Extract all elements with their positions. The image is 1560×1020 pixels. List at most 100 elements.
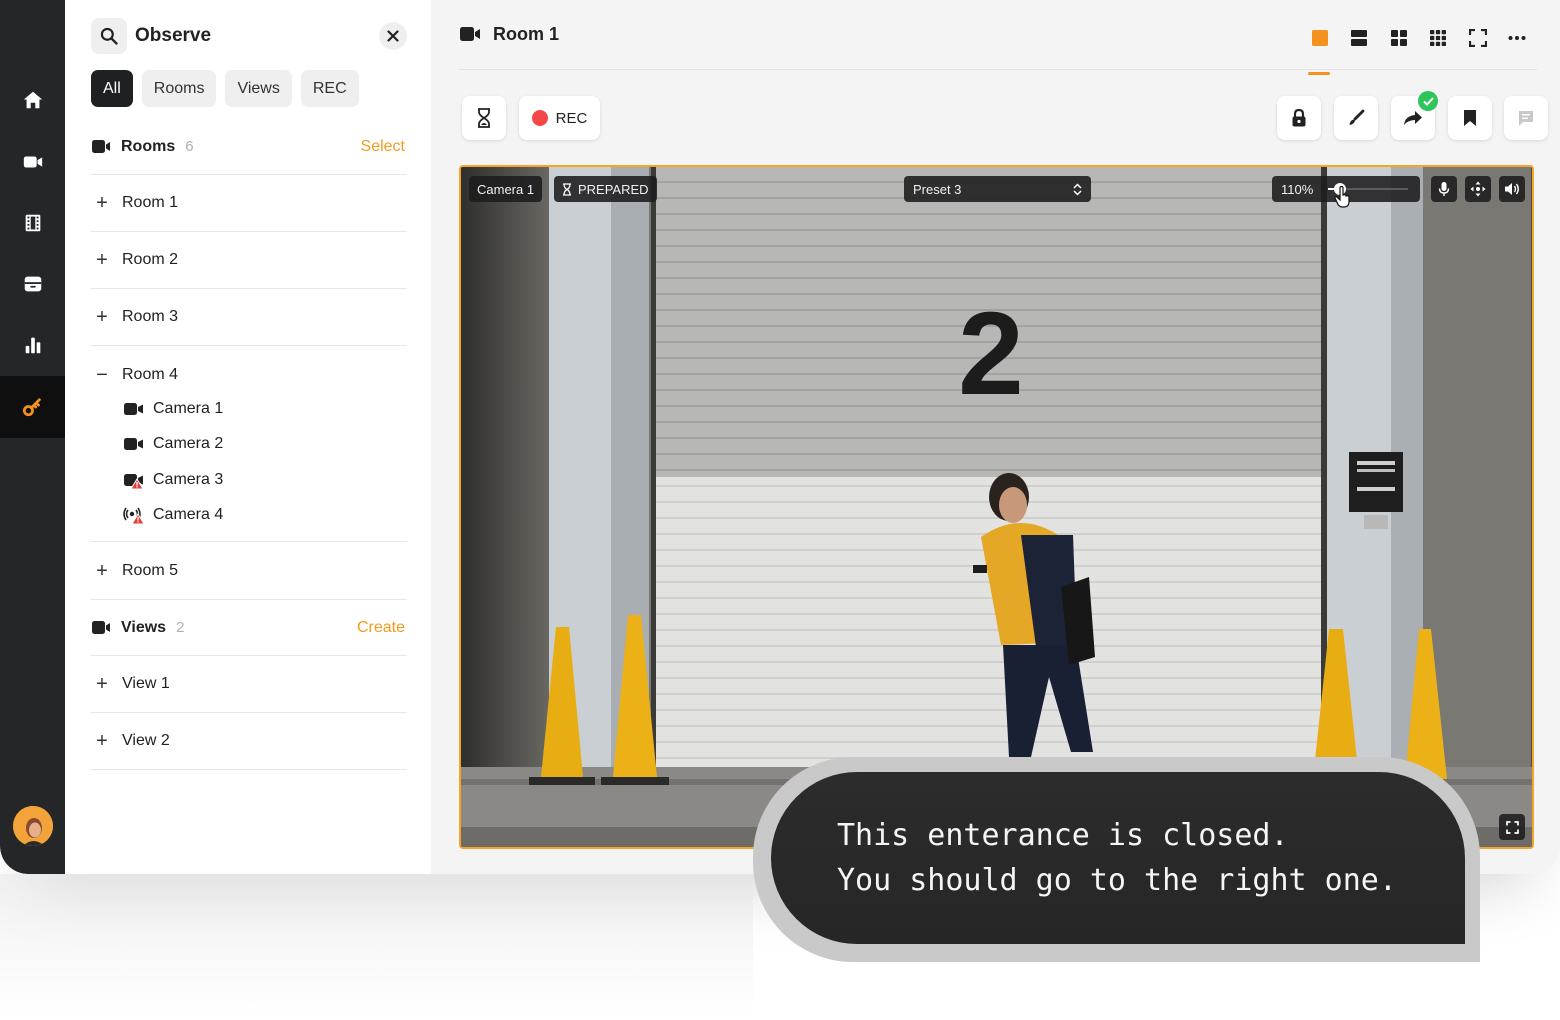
expand-icon[interactable]: + xyxy=(91,193,113,213)
rec-indicator-icon xyxy=(531,110,548,126)
search-button[interactable] xyxy=(91,18,127,54)
key-icon xyxy=(22,398,41,417)
close-icon xyxy=(387,30,399,42)
room-header: Room 1 xyxy=(459,18,1538,75)
zoom-slider[interactable] xyxy=(1328,182,1408,208)
nav-recordings[interactable] xyxy=(0,192,65,254)
rec-button[interactable]: REC xyxy=(519,96,600,140)
signal-warning-icon xyxy=(123,507,145,524)
zoom-control[interactable]: 110% xyxy=(1272,176,1420,208)
video-camera-icon xyxy=(23,156,42,168)
zoom-value: 110% xyxy=(1281,181,1314,197)
room-label: Room 1 xyxy=(122,194,179,211)
collapse-icon[interactable]: − xyxy=(91,365,113,385)
view-row-2[interactable]: + View 2 xyxy=(91,713,407,770)
camera-row-1[interactable]: Camera 1 xyxy=(123,391,223,426)
more-options-button[interactable] xyxy=(1498,24,1538,52)
camera-row-2[interactable]: Camera 2 xyxy=(123,426,223,461)
rec-label: REC xyxy=(555,109,588,127)
expand-icon[interactable]: + xyxy=(91,561,113,581)
layout-single-button[interactable] xyxy=(1300,24,1340,75)
rooms-section-header: Rooms 6 Select xyxy=(91,119,407,175)
video-feed[interactable]: 2 Camera 1 PREPARED Preset 3 110% xyxy=(459,165,1534,849)
timer-button[interactable] xyxy=(462,96,506,140)
panel-title: Observe xyxy=(135,25,212,46)
rows-layout-icon xyxy=(1351,30,1368,46)
camera-image: 2 xyxy=(461,167,1532,847)
comment-icon xyxy=(1519,111,1533,126)
room-label: Room 3 xyxy=(122,308,179,325)
video-camera-icon xyxy=(124,402,143,415)
video-camera-icon xyxy=(92,620,110,634)
user-avatar[interactable] xyxy=(13,806,53,846)
room-label: Room 4 xyxy=(122,365,179,383)
close-panel-button[interactable] xyxy=(379,22,407,50)
views-create-link[interactable]: Create xyxy=(357,619,405,637)
storage-icon xyxy=(24,276,41,292)
expand-icon[interactable]: + xyxy=(91,731,113,751)
room-row-5[interactable]: + Room 5 xyxy=(91,543,407,600)
room-title: Room 1 xyxy=(459,24,559,45)
chevron-updown-icon xyxy=(1073,182,1082,196)
camera-row-4[interactable]: Camera 4 xyxy=(123,497,223,532)
filter-views[interactable]: Views xyxy=(225,70,292,107)
fullscreen-button[interactable] xyxy=(1458,24,1498,52)
layout-two-rows-button[interactable] xyxy=(1340,24,1380,52)
nav-cameras[interactable] xyxy=(0,131,65,193)
nav-storage[interactable] xyxy=(0,253,65,315)
fullscreen-icon xyxy=(1468,29,1487,47)
share-icon xyxy=(1404,111,1422,125)
view-row-1[interactable]: + View 1 xyxy=(91,656,407,713)
home-icon xyxy=(23,91,42,109)
more-icon xyxy=(1508,36,1526,40)
rooms-select-link[interactable]: Select xyxy=(361,138,405,156)
camera-label: Camera 1 xyxy=(153,399,224,417)
hand-cursor-icon xyxy=(1334,186,1350,208)
views-section-label: Views xyxy=(121,618,167,636)
comment-button[interactable] xyxy=(1504,96,1548,140)
room-label: Room 5 xyxy=(122,562,179,579)
camera-row-3[interactable]: Camera 3 xyxy=(123,462,223,497)
room-row-3[interactable]: + Room 3 xyxy=(91,289,407,346)
filter-rec[interactable]: REC xyxy=(300,70,359,107)
expand-icon[interactable]: + xyxy=(91,250,113,270)
room-row-1[interactable]: + Room 1 xyxy=(91,175,407,232)
filter-rooms[interactable]: Rooms xyxy=(141,70,217,107)
filter-chips: All Rooms Views REC xyxy=(91,70,359,107)
filter-all[interactable]: All xyxy=(91,70,133,107)
fullscreen-icon xyxy=(1505,820,1519,834)
video-fullscreen-button[interactable] xyxy=(1499,814,1525,840)
nav-access[interactable] xyxy=(0,376,65,438)
bookmark-button[interactable] xyxy=(1448,96,1492,140)
ptz-move-button[interactable] xyxy=(1465,176,1491,202)
layout-grid-2x2-button[interactable] xyxy=(1379,24,1419,52)
preset-select[interactable]: Preset 3 xyxy=(904,176,1091,202)
draw-button[interactable] xyxy=(1334,96,1378,140)
room-row-2[interactable]: + Room 2 xyxy=(91,232,407,289)
volume-button[interactable] xyxy=(1499,176,1525,202)
expand-icon[interactable]: + xyxy=(91,674,113,694)
views-count: 2 xyxy=(176,619,185,636)
expand-icon[interactable]: + xyxy=(91,307,113,327)
view-label: View 2 xyxy=(122,732,170,749)
nav-home[interactable] xyxy=(0,69,65,131)
caption-line-2: You should go to the right one. xyxy=(837,863,1397,898)
nav-analytics[interactable] xyxy=(0,314,65,376)
lock-icon xyxy=(1292,108,1306,127)
caption-bubble: This enterance is closed. You should go … xyxy=(771,772,1465,944)
video-camera-icon xyxy=(92,139,110,153)
room-label: Room 2 xyxy=(122,251,179,268)
nav-rail xyxy=(0,0,65,874)
layout-grid-3x3-button[interactable] xyxy=(1419,24,1459,52)
film-icon xyxy=(25,214,40,232)
single-layout-icon xyxy=(1311,30,1328,46)
door-number: 2 xyxy=(958,288,1024,420)
video-camera-icon xyxy=(460,26,480,41)
rooms-count: 6 xyxy=(185,138,194,155)
lock-button[interactable] xyxy=(1277,96,1321,140)
microphone-button[interactable] xyxy=(1431,176,1457,202)
move-arrows-icon xyxy=(1470,181,1486,197)
volume-icon xyxy=(1505,183,1519,195)
share-button[interactable] xyxy=(1391,91,1438,140)
status-badge: PREPARED xyxy=(554,176,657,202)
